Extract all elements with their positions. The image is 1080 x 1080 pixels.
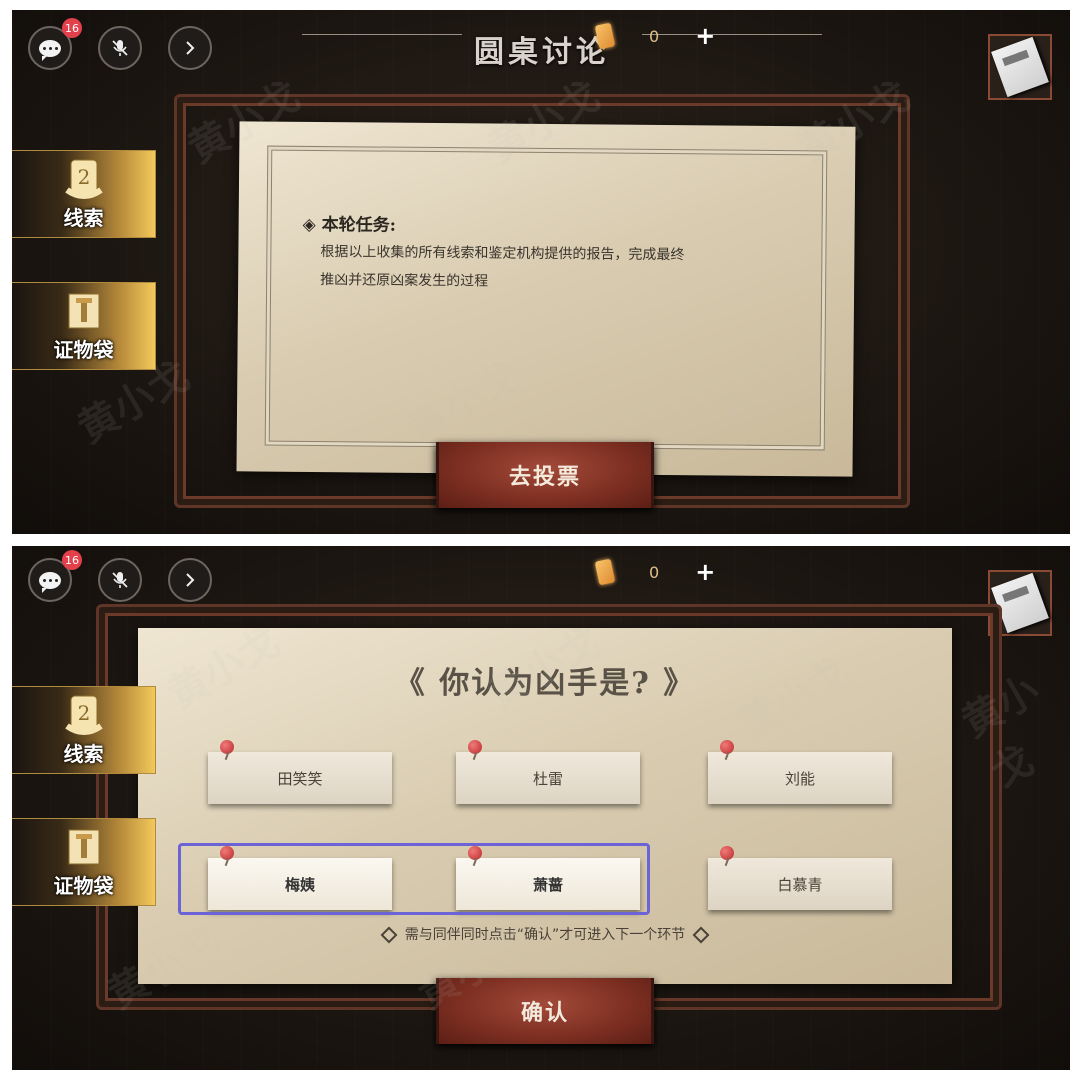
case-file-icon: [991, 36, 1049, 98]
mic-off-icon: [112, 572, 128, 588]
chat-button[interactable]: 16: [28, 18, 82, 70]
chat-unread-badge: 16: [62, 18, 82, 38]
currency-display: 0 +: [594, 558, 715, 586]
tab-clues[interactable]: 2 线索: [12, 686, 156, 774]
suspect-option[interactable]: 田笑笑: [208, 740, 392, 804]
chevron-right-icon: [186, 41, 195, 55]
case-file-button[interactable]: [988, 34, 1052, 100]
selection-highlight-box: [178, 843, 650, 915]
hint-label: 需与同伴同时点击“确认”才可进入下一个环节: [404, 927, 686, 943]
ticket-icon: [594, 22, 616, 50]
vote-question: 《 你认为凶手是? 》: [394, 666, 696, 701]
suspect-name: 刘能: [784, 769, 815, 788]
paper-border: [268, 149, 824, 447]
mute-mic-button[interactable]: [98, 558, 142, 602]
tab-evidence-bag-label: 证物袋: [53, 874, 114, 898]
chat-unread-badge: 16: [62, 550, 82, 570]
chat-button[interactable]: 16: [28, 550, 82, 602]
pin-icon: [468, 740, 482, 754]
tab-evidence-bag[interactable]: 证物袋: [12, 818, 156, 906]
ticket-icon: [594, 558, 616, 586]
suspect-name: 杜雷: [532, 769, 563, 788]
hint-text: 需与同伴同时点击“确认”才可进入下一个环节: [138, 924, 952, 944]
svg-text:2: 2: [78, 701, 91, 725]
suspect-option[interactable]: 杜雷: [456, 740, 640, 804]
pin-icon: [720, 846, 734, 860]
task-paper: ◈ 本轮任务: 根据以上收集的所有线索和鉴定机构提供的报告，完成最终 推凶并还原…: [236, 121, 856, 477]
round-table-discussion-screen: 16 圆桌讨论 0 + 2 线索 证物袋 ◈ 本轮任务: 根据以上收集的所有线索…: [12, 10, 1070, 534]
task-line-1: 根据以上收集的所有线索和鉴定机构提供的报告，完成最终: [320, 244, 685, 264]
suspect-option[interactable]: 白慕青: [708, 846, 892, 910]
task-description: 根据以上收集的所有线索和鉴定机构提供的报告，完成最终 推凶并还原凶案发生的过程: [320, 238, 790, 298]
evidence-bag-icon: [58, 821, 110, 873]
vote-murderer-screen: 16 0 + 《 你认为凶手是? 》 田笑笑 杜雷 刘能 梅姨 萧蔷 白慕青 需…: [12, 546, 1070, 1070]
tab-clues[interactable]: 2 线索: [12, 150, 156, 238]
confirm-button-label: 确认: [520, 1000, 569, 1026]
chevron-right-icon: [186, 573, 195, 587]
chat-icon: [39, 39, 61, 61]
scroll-icon: 2: [58, 153, 110, 205]
diamond-icon: [692, 926, 710, 944]
pin-icon: [720, 740, 734, 754]
vote-paper: 《 你认为凶手是? 》 田笑笑 杜雷 刘能 梅姨 萧蔷 白慕青 需与同伴同时点击…: [138, 628, 952, 984]
evidence-bag-icon: [58, 285, 110, 337]
vote-button-label: 去投票: [508, 464, 581, 490]
task-heading: ◈ 本轮任务:: [302, 214, 397, 236]
tab-evidence-bag-label: 证物袋: [53, 338, 114, 362]
tab-clues-label: 线索: [63, 742, 104, 766]
next-button[interactable]: [168, 26, 212, 70]
currency-count: 0: [649, 26, 660, 46]
suspect-name: 田笑笑: [277, 769, 323, 788]
task-line-2: 推凶并还原凶案发生的过程: [320, 272, 489, 290]
suspect-name: 白慕青: [777, 875, 823, 894]
mute-mic-button[interactable]: [98, 26, 142, 70]
mic-off-icon: [112, 40, 128, 56]
suspect-option[interactable]: 刘能: [708, 740, 892, 804]
confirm-button[interactable]: 确认: [436, 978, 654, 1044]
diamond-icon: [380, 926, 398, 944]
scroll-icon: 2: [58, 689, 110, 741]
add-currency-button[interactable]: +: [695, 558, 715, 586]
next-button[interactable]: [168, 558, 212, 602]
tab-clues-label: 线索: [63, 206, 104, 230]
currency-count: 0: [649, 562, 660, 582]
svg-text:2: 2: [78, 165, 91, 189]
pin-icon: [220, 740, 234, 754]
tab-evidence-bag[interactable]: 证物袋: [12, 282, 156, 370]
chat-icon: [39, 571, 61, 593]
currency-display: 0 +: [594, 22, 715, 50]
page-title: 圆桌讨论: [474, 35, 610, 70]
add-currency-button[interactable]: +: [695, 22, 715, 50]
vote-button[interactable]: 去投票: [436, 442, 654, 508]
